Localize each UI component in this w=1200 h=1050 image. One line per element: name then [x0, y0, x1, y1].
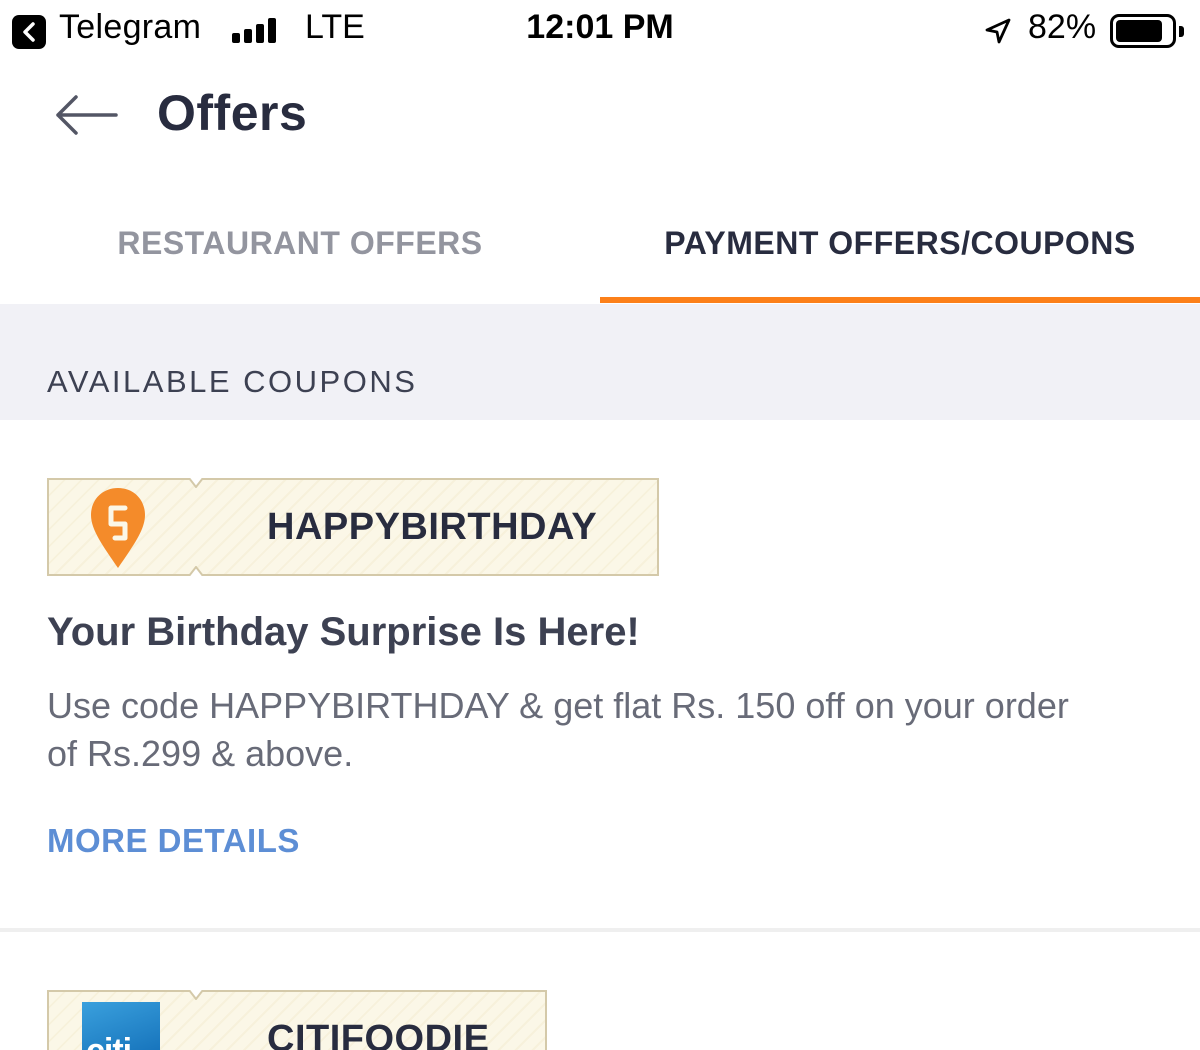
battery-percentage: 82% [1028, 8, 1097, 46]
back-button[interactable] [50, 90, 122, 140]
active-tab-indicator [600, 297, 1200, 303]
status-bar: Telegram LTE 12:01 PM 82% [0, 0, 1200, 62]
tab-payment-offers-coupons[interactable]: PAYMENT OFFERS/COUPONS [600, 182, 1200, 304]
section-header: AVAILABLE COUPONS [0, 304, 1200, 420]
status-time: 12:01 PM [526, 8, 674, 46]
page-title: Offers [157, 85, 308, 141]
coupon-code-box[interactable]: HAPPYBIRTHDAY [47, 478, 659, 576]
citi-logo-text: citi [86, 1032, 132, 1050]
arrow-left-icon [56, 95, 118, 135]
ticket-notch [189, 566, 203, 576]
coupon-code-box[interactable]: citi CITIFOODIE [47, 990, 547, 1050]
tab-restaurant-offers[interactable]: RESTAURANT OFFERS [0, 182, 600, 304]
ticket-notch [189, 990, 203, 1000]
coupon-description: Use code HAPPYBIRTHDAY & get flat Rs. 15… [47, 685, 1069, 774]
more-details-link[interactable]: MORE DETAILS [47, 822, 300, 860]
ticket-notch [189, 478, 203, 488]
header: Offers [0, 62, 1200, 182]
coupon-code: CITIFOODIE [267, 1018, 490, 1050]
battery-icon [1110, 14, 1184, 48]
citi-logo: citi [82, 1002, 160, 1050]
coupon-code: HAPPYBIRTHDAY [267, 506, 598, 548]
location-arrow-icon [985, 18, 1011, 44]
swiggy-logo [91, 488, 145, 568]
coupon-card: citi CITIFOODIE [0, 932, 1200, 1050]
section-title: AVAILABLE COUPONS [47, 364, 418, 399]
tab-bar: RESTAURANT OFFERS PAYMENT OFFERS/COUPONS [0, 182, 1200, 304]
coupon-title: Your Birthday Surprise Is Here! [47, 610, 640, 654]
coupon-card: HAPPYBIRTHDAY Your Birthday Surprise Is … [0, 420, 1200, 930]
